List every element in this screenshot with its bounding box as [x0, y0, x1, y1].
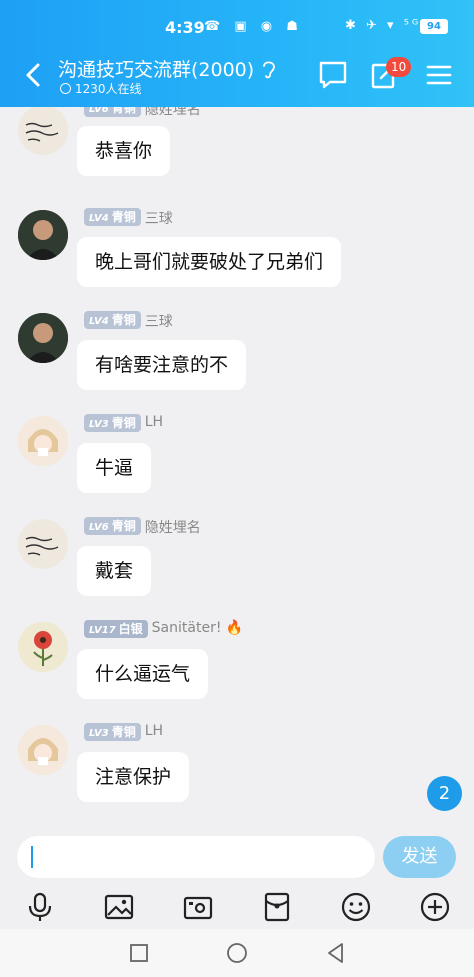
- level-badge: LV4 青铜: [84, 208, 141, 226]
- message-bubble[interactable]: 晚上哥们就要破处了兄弟们: [77, 237, 342, 287]
- message-bubble[interactable]: 注意保护: [77, 752, 190, 802]
- status-app-icons: ☎ ▣ ◉ ☗: [204, 19, 303, 34]
- image-icon[interactable]: [103, 891, 135, 923]
- back-triangle-icon[interactable]: [324, 941, 348, 965]
- level-badge: LV3 青铜: [84, 723, 141, 741]
- system-nav-bar: [0, 929, 474, 977]
- message-bubble[interactable]: 恭喜你: [77, 126, 171, 176]
- message-meta: LV4 青铜 三球: [84, 311, 173, 330]
- sender-name: LH: [144, 723, 164, 739]
- chat-bubble-icon[interactable]: [316, 58, 350, 92]
- level-badge: LV4 青铜: [84, 311, 141, 329]
- avatar[interactable]: [18, 622, 68, 672]
- level-badge: LV3 青铜: [84, 414, 141, 432]
- sender-name: LH: [144, 414, 164, 430]
- sender-name: 隐姓埋名: [144, 520, 201, 536]
- message-input[interactable]: [17, 836, 375, 878]
- message-meta: LV3 青铜 LH: [84, 723, 163, 741]
- input-bar: 发送: [0, 825, 474, 891]
- avatar[interactable]: [18, 725, 68, 775]
- group-title[interactable]: 沟通技巧交流群(2000): [58, 55, 254, 82]
- message-meta: LV6 青铜 隐姓埋名: [84, 517, 201, 536]
- message-meta: LV4 青铜 三球: [84, 208, 173, 227]
- mic-icon[interactable]: [24, 891, 56, 923]
- online-text: 1230人在线: [75, 82, 142, 96]
- message-meta: LV17 白银 Sanitäter! 🔥: [84, 620, 243, 638]
- online-count: 1230人在线: [60, 80, 142, 97]
- notification-badge: 10: [386, 57, 412, 77]
- plus-icon[interactable]: [419, 891, 451, 923]
- status-time: 4:39: [165, 18, 205, 37]
- level-badge: LV6 青铜: [84, 107, 141, 117]
- message-meta: LV6 青铜 隐姓埋名: [84, 107, 201, 118]
- message-bubble[interactable]: 什么逼运气: [77, 649, 209, 699]
- avatar[interactable]: [18, 210, 68, 260]
- battery-icon: 94: [420, 19, 448, 34]
- send-button[interactable]: 发送: [383, 836, 456, 878]
- redpacket-icon[interactable]: [261, 891, 293, 923]
- message-bubble[interactable]: 有啥要注意的不: [77, 340, 247, 390]
- camera-icon[interactable]: [182, 891, 214, 923]
- avatar[interactable]: [18, 107, 68, 155]
- avatar[interactable]: [18, 313, 68, 363]
- text-caret: [31, 846, 33, 868]
- sender-name: 隐姓埋名: [144, 107, 201, 118]
- chat-header: 4:39 ☎ ▣ ◉ ☗ ✱ ✈ ▾ ⁵ᴳ ▮ 94 沟通技巧交流群(2000)…: [0, 0, 474, 107]
- sender-name: 三球: [144, 314, 173, 330]
- square-icon[interactable]: [127, 941, 151, 965]
- menu-icon[interactable]: [422, 58, 456, 92]
- online-icon: [60, 83, 71, 94]
- sender-name: Sanitäter! 🔥: [151, 620, 244, 636]
- emoji-icon[interactable]: [340, 891, 372, 923]
- message-bubble[interactable]: 戴套: [77, 546, 152, 596]
- back-icon[interactable]: [20, 60, 48, 90]
- input-toolbar: [0, 891, 474, 929]
- message-meta: LV3 青铜 LH: [84, 414, 163, 432]
- unread-count-badge[interactable]: 2: [427, 776, 462, 811]
- ear-icon[interactable]: [260, 58, 278, 80]
- level-badge: LV6 青铜: [84, 517, 141, 535]
- level-badge: LV17 白银: [84, 620, 148, 638]
- status-bar: 4:39 ☎ ▣ ◉ ☗ ✱ ✈ ▾ ⁵ᴳ ▮ 94: [0, 0, 474, 50]
- avatar[interactable]: [18, 519, 68, 569]
- circle-icon[interactable]: [225, 941, 249, 965]
- message-bubble[interactable]: 牛逼: [77, 443, 152, 493]
- chat-message-list[interactable]: LV6 青铜 隐姓埋名 恭喜你 LV4 青铜 三球 晚上哥们就要破处了兄弟们 LV4 青铜…: [0, 107, 474, 825]
- sender-name: 三球: [144, 211, 173, 227]
- avatar[interactable]: [18, 416, 68, 466]
